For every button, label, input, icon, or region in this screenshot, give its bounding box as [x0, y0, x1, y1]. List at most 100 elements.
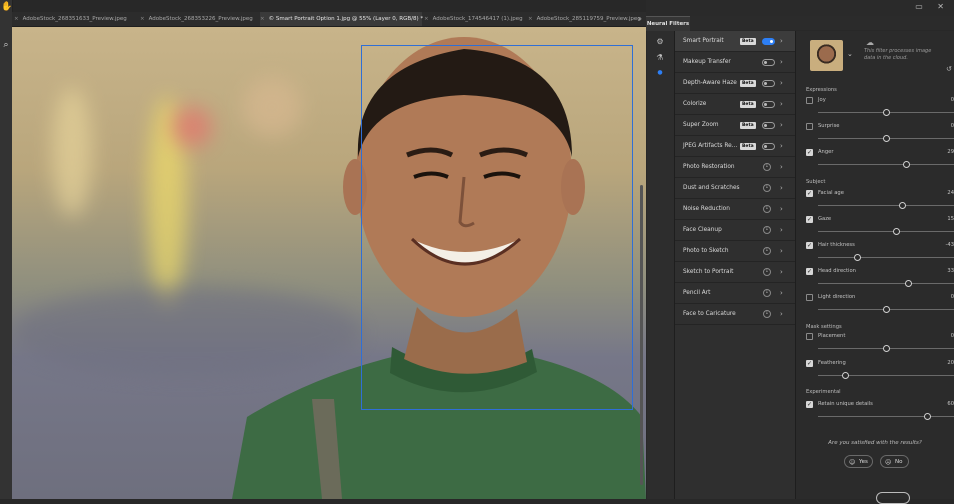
- slider-knob[interactable]: [842, 372, 849, 379]
- slider-checkbox[interactable]: [806, 333, 813, 340]
- canvas-vertical-scrollbar[interactable]: [640, 185, 643, 485]
- filter-row[interactable]: Face Cleanup ↓ ›: [675, 220, 795, 241]
- slider-track[interactable]: [818, 231, 954, 232]
- chevron-right-icon[interactable]: ›: [780, 178, 783, 199]
- slider-checkbox[interactable]: ✓: [806, 242, 813, 249]
- slider-checkbox[interactable]: [806, 123, 813, 130]
- all-filters-icon[interactable]: ⚙: [655, 37, 665, 47]
- face-thumbnail[interactable]: [810, 40, 843, 71]
- slider-checkbox[interactable]: [806, 97, 813, 104]
- chevron-right-icon[interactable]: ›: [780, 136, 783, 157]
- filter-row[interactable]: Photo Restoration ↓ ›: [675, 157, 795, 178]
- neural-filters-panel-tab[interactable]: Neural Filters: [646, 16, 690, 31]
- chevron-right-icon[interactable]: ›: [780, 199, 783, 220]
- document-tab[interactable]: × AdobeStock_285119759_Preview.jpeg: [528, 12, 641, 26]
- filter-toggle[interactable]: [762, 80, 775, 87]
- filter-row[interactable]: Depth-Aware Haze Beta ›: [675, 73, 795, 94]
- close-tab-icon[interactable]: ×: [140, 16, 145, 22]
- slider-row: ✓ Anger 29: [806, 147, 954, 173]
- chevron-right-icon[interactable]: ›: [780, 52, 783, 73]
- filter-row[interactable]: Smart Portrait Beta ›: [675, 31, 795, 52]
- filter-toggle[interactable]: [762, 38, 775, 45]
- filter-row[interactable]: Sketch to Portrait ↓ ›: [675, 262, 795, 283]
- chevron-right-icon[interactable]: ›: [780, 94, 783, 115]
- filter-row[interactable]: Dust and Scratches ↓ ›: [675, 178, 795, 199]
- filter-row[interactable]: Super Zoom Beta ›: [675, 115, 795, 136]
- filter-toggle[interactable]: [762, 101, 775, 108]
- document-tab-active[interactable]: × © Smart Portrait Option 1.jpg @ 55% (La…: [260, 12, 423, 26]
- slider-knob[interactable]: [883, 306, 890, 313]
- cloud-download-icon[interactable]: ↓: [763, 184, 771, 192]
- document-tab[interactable]: × AdobeStock_268353226_Preview.jpeg: [140, 12, 258, 26]
- filter-row[interactable]: Noise Reduction ↓ ›: [675, 199, 795, 220]
- filter-row[interactable]: Pencil Art ↓ ›: [675, 283, 795, 304]
- close-tab-icon[interactable]: ×: [424, 16, 429, 22]
- slider-knob[interactable]: [883, 109, 890, 116]
- cloud-download-icon[interactable]: ↓: [763, 205, 771, 213]
- slider-track[interactable]: [818, 257, 954, 258]
- filter-toggle[interactable]: [762, 59, 775, 66]
- chevron-right-icon[interactable]: ›: [780, 304, 783, 325]
- cloud-download-icon[interactable]: ↓: [763, 247, 771, 255]
- slider-checkbox[interactable]: ✓: [806, 360, 813, 367]
- slider-label: Gaze: [818, 216, 832, 222]
- cloud-download-icon[interactable]: ↓: [763, 289, 771, 297]
- cloud-download-icon[interactable]: ↓: [763, 268, 771, 276]
- beta-filters-icon[interactable]: ⚗: [655, 53, 665, 63]
- chevron-right-icon[interactable]: ›: [780, 31, 783, 52]
- cloud-download-icon[interactable]: ↓: [763, 163, 771, 171]
- slider-checkbox[interactable]: ✓: [806, 149, 813, 156]
- window-controls-icon[interactable]: ▭ ✕: [915, 2, 950, 11]
- slider-knob[interactable]: [905, 280, 912, 287]
- filter-label: JPEG Artifacts Re...: [683, 143, 738, 149]
- close-tab-icon[interactable]: ×: [528, 16, 533, 22]
- cloud-download-icon[interactable]: ↓: [763, 310, 771, 318]
- slider-knob[interactable]: [903, 161, 910, 168]
- slider-knob[interactable]: [899, 202, 906, 209]
- slider-knob[interactable]: [924, 413, 931, 420]
- chevron-right-icon[interactable]: ›: [780, 73, 783, 94]
- slider-track[interactable]: [818, 164, 954, 165]
- close-tab-icon[interactable]: ×: [260, 16, 265, 22]
- slider-knob[interactable]: [883, 345, 890, 352]
- filter-toggle[interactable]: [762, 122, 775, 129]
- slider-knob[interactable]: [854, 254, 861, 261]
- slider-track[interactable]: [818, 283, 954, 284]
- slider-label: Surprise: [818, 123, 840, 129]
- chevron-right-icon[interactable]: ›: [780, 115, 783, 136]
- document-tab[interactable]: × AdobeStock_268351633_Preview.jpeg: [14, 12, 138, 26]
- slider-checkbox[interactable]: ✓: [806, 268, 813, 275]
- slider-track[interactable]: [818, 375, 954, 376]
- document-tab[interactable]: × AdobeStock_174546417 (1).jpeg: [424, 12, 526, 26]
- chevron-right-icon[interactable]: ›: [780, 220, 783, 241]
- chevron-right-icon[interactable]: ›: [780, 283, 783, 304]
- hand-tool-icon[interactable]: ✋: [1, 2, 12, 12]
- filter-row[interactable]: Photo to Sketch ↓ ›: [675, 241, 795, 262]
- close-tab-icon[interactable]: ×: [14, 16, 19, 22]
- reset-icon[interactable]: ↺: [946, 65, 952, 73]
- yes-button[interactable]: ☺ Yes: [844, 455, 873, 468]
- filter-row[interactable]: Face to Caricature ↓ ›: [675, 304, 795, 325]
- chevron-right-icon[interactable]: ›: [780, 262, 783, 283]
- no-button[interactable]: ☹ No: [880, 455, 909, 468]
- slider-track[interactable]: [818, 205, 954, 206]
- slider-track[interactable]: [818, 416, 954, 417]
- slider-checkbox[interactable]: ✓: [806, 216, 813, 223]
- filter-row[interactable]: Colorize Beta ›: [675, 94, 795, 115]
- filter-toggle[interactable]: [762, 143, 775, 150]
- chevron-right-icon[interactable]: ›: [780, 241, 783, 262]
- slider-checkbox[interactable]: ✓: [806, 401, 813, 408]
- filter-row[interactable]: JPEG Artifacts Re... Beta ›: [675, 136, 795, 157]
- cloud-processing-note: This filter processes image data in the …: [864, 48, 932, 61]
- tab-overflow-icon[interactable]: »: [638, 12, 642, 26]
- slider-knob[interactable]: [893, 228, 900, 235]
- chevron-right-icon[interactable]: ›: [780, 157, 783, 178]
- ok-button[interactable]: [876, 492, 910, 504]
- slider-checkbox[interactable]: [806, 294, 813, 301]
- slider-knob[interactable]: [883, 135, 890, 142]
- cloud-download-icon[interactable]: ↓: [763, 226, 771, 234]
- filter-row[interactable]: Makeup Transfer ›: [675, 52, 795, 73]
- chevron-down-icon[interactable]: ⌄: [847, 50, 853, 58]
- zoom-tool-icon[interactable]: ⌕: [1, 40, 11, 50]
- slider-checkbox[interactable]: ✓: [806, 190, 813, 197]
